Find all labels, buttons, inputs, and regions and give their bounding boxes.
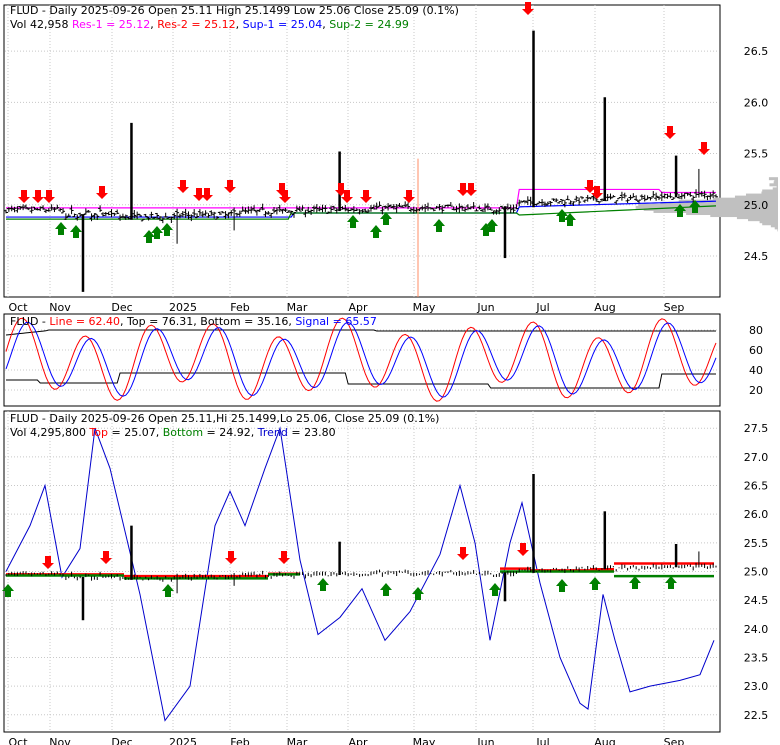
x-tick-label: Apr bbox=[348, 736, 368, 745]
y-tick-label: 26.0 bbox=[744, 96, 769, 109]
price-panel-frame bbox=[3, 4, 721, 298]
x-tick-label: Dec bbox=[111, 301, 132, 314]
y-tick-label: 80 bbox=[749, 324, 763, 337]
title-segment: Sup-1 = 25.04 bbox=[243, 18, 323, 31]
x-tick-label: May bbox=[413, 301, 436, 314]
x-tick-label: Feb bbox=[230, 301, 249, 314]
x-tick-label: Jun bbox=[476, 736, 494, 745]
x-tick-label: Sep bbox=[664, 301, 685, 314]
trend-panel: 27.5 27.0 26.5 26.0 25.5 25.0 24.5 24.0 23.5 23.0… bbox=[2, 410, 769, 745]
title-segment: Trend bbox=[257, 426, 288, 439]
title-segment: Top bbox=[88, 426, 108, 439]
x-tick-label: Jun bbox=[476, 301, 494, 314]
title-segment: = 25.07, bbox=[108, 426, 163, 439]
title-segment: = 24.92, bbox=[203, 426, 258, 439]
x-tick-label: Aug bbox=[594, 736, 615, 745]
title-segment: Sup-2 = 24.99 bbox=[329, 18, 409, 31]
y-tick-label: 24.0 bbox=[744, 623, 769, 636]
y-tick-label: 60 bbox=[749, 344, 763, 357]
price-panel-subtitle: Vol 42,958 Res-1 = 25.12, Res-2 = 25.12,… bbox=[10, 18, 409, 31]
x-tick-label: Oct bbox=[8, 301, 28, 314]
title-segment: , Top = 76.31, Bottom = 35.16, bbox=[120, 315, 295, 328]
trend-panel-subtitle: Vol 4,295,800 Top = 25.07, Bottom = 24.9… bbox=[10, 426, 336, 439]
title-segment: , bbox=[322, 18, 329, 31]
y-tick-label: 22.5 bbox=[744, 709, 769, 722]
x-tick-label: Nov bbox=[49, 301, 71, 314]
title-segment: Vol 42,958 bbox=[10, 18, 72, 31]
title-segment: FLUD - bbox=[10, 315, 49, 328]
y-tick-label: 23.0 bbox=[744, 680, 769, 693]
stochastic-panel: 80 60 40 20 FLUD - Line = 62.40, Top = 76.3… bbox=[3, 313, 763, 407]
title-segment: Bottom bbox=[163, 426, 203, 439]
y-tick-label: 24.5 bbox=[744, 250, 769, 263]
price-panel-title: FLUD - Daily 2025-09-26 Open 25.11 High … bbox=[10, 4, 459, 17]
title-segment: Line = 62.40 bbox=[49, 315, 120, 328]
y-tick-label: 26.0 bbox=[744, 508, 769, 521]
title-segment: Signal = 65.57 bbox=[295, 315, 377, 328]
x-tick-label: May bbox=[413, 736, 436, 745]
x-tick-label: Aug bbox=[594, 301, 615, 314]
x-tick-label: Apr bbox=[348, 301, 368, 314]
x-tick-label: Jul bbox=[535, 301, 549, 314]
price-panel: 26.5 26.0 25.5 25.0 24.5 Oct Nov Dec 2025 Feb Mar… bbox=[3, 2, 778, 314]
x-tick-label: Nov bbox=[49, 736, 71, 745]
trend-panel-title: FLUD - Daily 2025-09-26 Open 25.11,Hi 25… bbox=[10, 412, 439, 425]
stochastic-panel-title: FLUD - Line = 62.40, Top = 76.31, Bottom… bbox=[10, 315, 377, 328]
title-segment: , bbox=[236, 18, 243, 31]
title-segment: FLUD - Daily 2025-09-26 Open 25.11,Hi 25… bbox=[10, 412, 439, 425]
chart-canvas: 26.5 26.0 25.5 25.0 24.5 Oct Nov Dec 2025 Feb Mar… bbox=[0, 0, 780, 745]
title-segment: Res-2 = 25.12 bbox=[157, 18, 235, 31]
y-tick-label: 26.5 bbox=[744, 45, 769, 58]
x-tick-label: Jul bbox=[535, 736, 549, 745]
title-segment: Res-1 = 25.12 bbox=[72, 18, 150, 31]
title-segment: Vol 4,295,800 bbox=[10, 426, 89, 439]
y-tick-label: 25.0 bbox=[744, 566, 769, 579]
y-tick-label: 26.5 bbox=[744, 480, 769, 493]
volume-profile-bar bbox=[768, 177, 778, 181]
x-tick-label: Mar bbox=[287, 736, 308, 745]
y-tick-label: 27.0 bbox=[744, 451, 769, 464]
y-tick-label: 23.5 bbox=[744, 651, 769, 664]
y-tick-label: 20 bbox=[749, 384, 763, 397]
x-tick-label: Dec bbox=[111, 736, 132, 745]
title-segment: FLUD - Daily 2025-09-26 Open 25.11 High … bbox=[10, 4, 459, 17]
y-tick-label: 24.5 bbox=[744, 594, 769, 607]
x-tick-label: Oct bbox=[8, 736, 28, 745]
title-segment: , bbox=[150, 18, 157, 31]
x-tick-label: 2025 bbox=[169, 736, 197, 745]
y-tick-label: 25.5 bbox=[744, 537, 769, 550]
y-tick-label: 25.0 bbox=[744, 199, 769, 212]
x-tick-label: Sep bbox=[664, 736, 685, 745]
x-tick-label: Mar bbox=[287, 301, 308, 314]
x-tick-label: Feb bbox=[230, 736, 249, 745]
y-tick-label: 27.5 bbox=[744, 422, 769, 435]
y-tick-label: 40 bbox=[749, 364, 763, 377]
x-tick-label: 2025 bbox=[169, 301, 197, 314]
y-tick-label: 25.5 bbox=[744, 148, 769, 161]
title-segment: = 23.80 bbox=[288, 426, 336, 439]
